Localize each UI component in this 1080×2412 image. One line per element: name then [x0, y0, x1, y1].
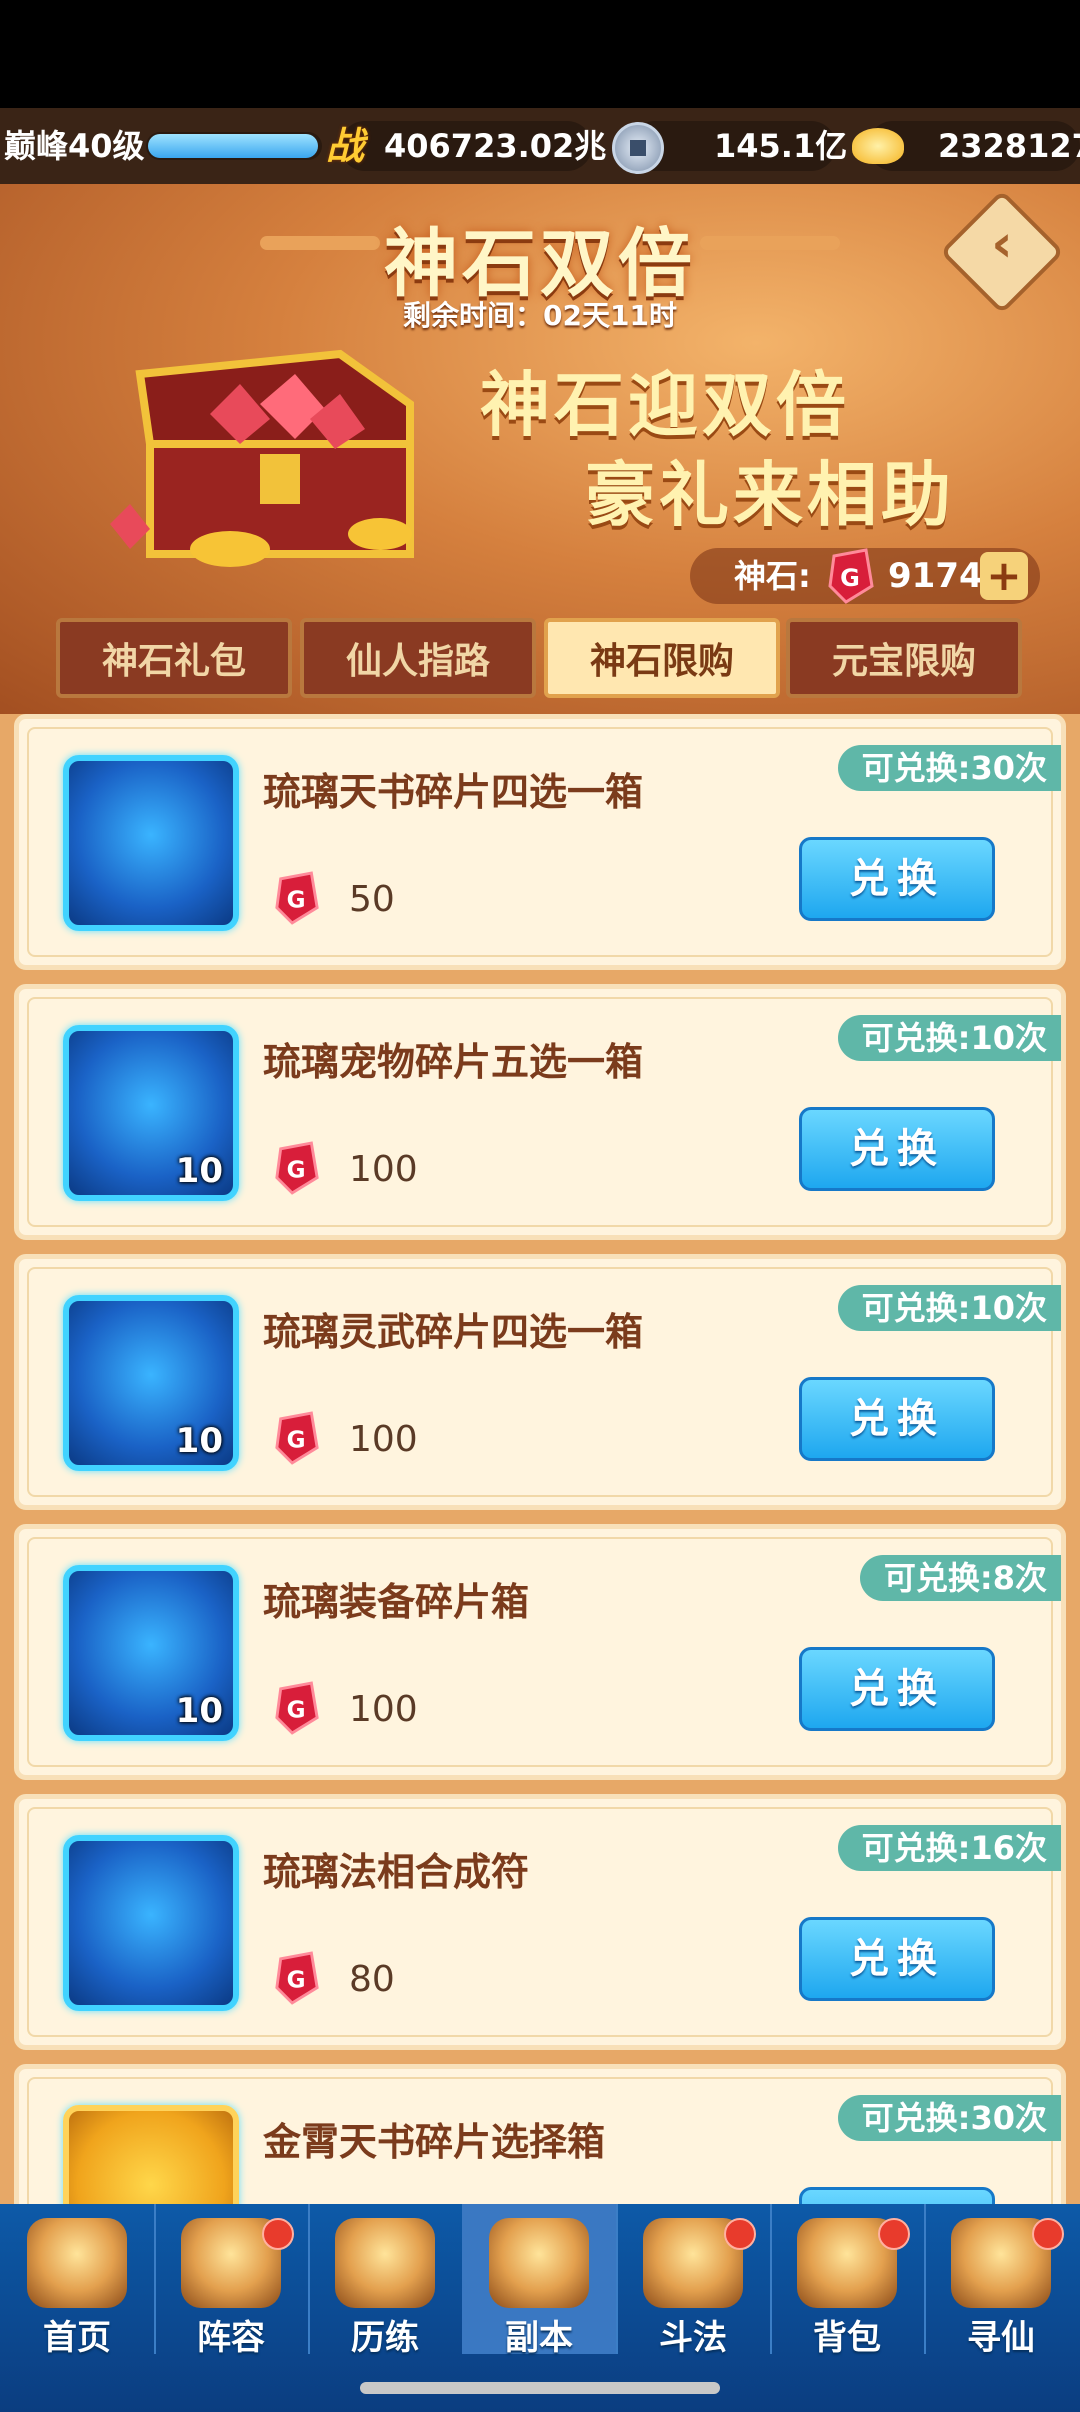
gold-bag-icon — [63, 2105, 239, 2204]
item-cost: 50 — [349, 879, 395, 920]
exchange-button[interactable]: 兑换 — [799, 1917, 995, 2001]
battle-power-value: 406723.02兆 — [384, 127, 607, 165]
exp-bar — [146, 132, 322, 160]
dungeon-icon — [489, 2218, 589, 2308]
nav-dungeon[interactable]: 副本 — [462, 2204, 618, 2358]
slogan-line-2: 豪礼来相助 — [585, 454, 955, 536]
exp-bar-fill — [148, 134, 318, 158]
exchange-limit-badge: 可兑换:10次 — [837, 1015, 1061, 1061]
tab-divine-stone-pack[interactable]: 神石礼包 — [56, 618, 292, 698]
exchange-button[interactable]: 兑换 — [799, 837, 995, 921]
exchange-list[interactable]: 琉璃天书碎片四选一箱 G 50 可兑换:30次 兑换 10 琉璃宠物碎片五选一箱… — [0, 714, 1080, 2204]
blue-bag-icon — [63, 755, 239, 931]
list-item: 琉璃法相合成符 G 80 可兑换:16次 兑换 — [14, 1794, 1066, 2050]
divine-stone-icon: G — [275, 1681, 319, 1735]
nav-label: 寻仙 — [967, 2318, 1035, 2358]
divine-stone-icon: G — [275, 1411, 319, 1465]
divine-stone-icon: G — [275, 871, 319, 925]
item-cost: 100 — [349, 1419, 418, 1460]
item-quantity: 10 — [175, 1691, 223, 1731]
svg-text:G: G — [287, 1428, 306, 1454]
coin-value: 145.1亿 — [714, 127, 848, 165]
nav-label: 斗法 — [659, 2318, 727, 2358]
gold-ingot-icon — [852, 128, 904, 164]
item-name: 琉璃灵武碎片四选一箱 — [263, 1310, 644, 1354]
nav-backpack[interactable]: 背包 — [770, 2204, 926, 2358]
notification-dot — [262, 2218, 294, 2250]
exchange-button[interactable] — [799, 2187, 995, 2204]
nav-duel[interactable]: 斗法 — [616, 2204, 772, 2358]
divine-stone-icon: G — [828, 548, 874, 604]
slogan-line-1: 神石迎双倍 — [480, 364, 850, 446]
list-item: 琉璃天书碎片四选一箱 G 50 可兑换:30次 兑换 — [14, 714, 1066, 970]
item-cost: 100 — [349, 1689, 418, 1730]
divine-stone-icon: G — [275, 1141, 319, 1195]
exchange-limit-badge: 可兑换:30次 — [837, 2095, 1061, 2141]
svg-text:G: G — [287, 1968, 306, 1994]
svg-text:G: G — [287, 888, 306, 914]
divine-stone-value: 9174 — [888, 556, 983, 596]
svg-text:G: G — [840, 564, 860, 592]
exchange-button[interactable]: 兑换 — [799, 1377, 995, 1461]
exchange-button[interactable]: 兑换 — [799, 1647, 995, 1731]
item-name: 琉璃宠物碎片五选一箱 — [263, 1040, 644, 1084]
notification-dot — [1032, 2218, 1064, 2250]
list-item: 10 琉璃装备碎片箱 G 100 可兑换:8次 兑换 — [14, 1524, 1066, 1780]
nav-label: 首页 — [43, 2318, 111, 2358]
status-bar — [0, 0, 1080, 108]
resource-bar: 巅峰40级 战 406723.02兆 145.1亿 2328127 — [0, 108, 1080, 184]
notification-dot — [878, 2218, 910, 2250]
nav-home[interactable]: 首页 — [0, 2204, 156, 2358]
list-item: 10 琉璃灵武碎片四选一箱 G 100 可兑换:10次 兑换 — [14, 1254, 1066, 1510]
item-name: 琉璃法相合成符 — [263, 1850, 530, 1894]
item-quantity: 10 — [175, 1151, 223, 1191]
tab-gold-limited[interactable]: 元宝限购 — [786, 618, 1022, 698]
home-indicator[interactable] — [360, 2382, 720, 2394]
home-icon — [27, 2218, 127, 2308]
list-item: 10 琉璃宠物碎片五选一箱 G 100 可兑换:10次 兑换 — [14, 984, 1066, 1240]
bottom-navigation: 首页 阵容 历练 副本 斗法 背包 寻仙 — [0, 2204, 1080, 2412]
nav-seek-immortal[interactable]: 寻仙 — [924, 2204, 1078, 2358]
remaining-time: 剩余时间：02天11时 — [403, 299, 677, 332]
nav-label: 背包 — [813, 2318, 881, 2358]
battle-power-icon: 战 — [326, 124, 365, 168]
event-banner: 神石双倍 剩余时间：02天11时 ‹ 神石迎双倍 豪礼来相助 神石: G 917… — [0, 184, 1080, 714]
list-item: 金霄天书碎片选择箱 可兑换:30次 — [14, 2064, 1066, 2204]
exchange-button[interactable]: 兑换 — [799, 1107, 995, 1191]
divine-stone-icon: G — [275, 1951, 319, 2005]
copper-coin-icon — [612, 122, 664, 174]
weapon-chest-icon: 10 — [63, 1295, 239, 1471]
svg-text:G: G — [287, 1698, 306, 1724]
tab-immortal-guide[interactable]: 仙人指路 — [300, 618, 536, 698]
tab-divine-stone-limited[interactable]: 神石限购 — [544, 618, 780, 698]
notification-dot — [724, 2218, 756, 2250]
item-name: 琉璃装备碎片箱 — [263, 1580, 530, 1624]
nav-lineup[interactable]: 阵容 — [154, 2204, 310, 2358]
exchange-limit-badge: 可兑换:10次 — [837, 1285, 1061, 1331]
divine-stone-label: 神石: — [734, 557, 811, 595]
nav-label: 阵容 — [197, 2318, 265, 2358]
equipment-chest-icon: 10 — [63, 1565, 239, 1741]
treasure-chest-icon — [110, 349, 414, 567]
item-name: 金霄天书碎片选择箱 — [263, 2120, 606, 2164]
exchange-limit-badge: 可兑换:30次 — [837, 745, 1061, 791]
back-arrow-icon: ‹ — [991, 214, 1013, 274]
exchange-limit-badge: 可兑换:8次 — [859, 1555, 1061, 1601]
svg-text:G: G — [287, 1158, 306, 1184]
pet-chest-icon: 10 — [63, 1025, 239, 1201]
add-divine-stone-button[interactable]: + — [980, 552, 1028, 600]
item-name: 琉璃天书碎片四选一箱 — [263, 770, 644, 814]
gold-value: 2328127 — [938, 127, 1080, 165]
nav-training[interactable]: 历练 — [308, 2204, 464, 2358]
exchange-limit-badge: 可兑换:16次 — [837, 1825, 1061, 1871]
level-label: 巅峰40级 — [4, 127, 145, 165]
talisman-icon — [63, 1835, 239, 2011]
training-icon — [335, 2218, 435, 2308]
nav-label: 副本 — [505, 2318, 573, 2358]
item-cost: 100 — [349, 1149, 418, 1190]
nav-label: 历练 — [351, 2318, 419, 2358]
item-cost: 80 — [349, 1959, 395, 2000]
item-quantity: 10 — [175, 1421, 223, 1461]
